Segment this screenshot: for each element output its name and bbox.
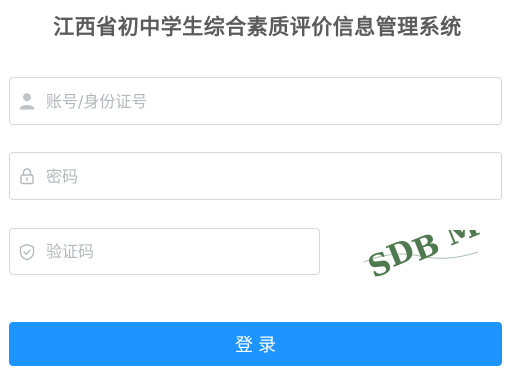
account-input[interactable] [46,78,493,124]
lock-icon [18,167,36,185]
captcha-text: SDB M [362,230,480,278]
shield-check-icon [18,243,36,261]
password-field[interactable] [9,152,502,200]
captcha-input[interactable] [46,229,311,274]
page-title: 江西省初中学生综合素质评价信息管理系统 [53,15,462,39]
login-button[interactable]: 登录 [9,322,502,366]
account-field[interactable] [9,77,502,125]
password-input[interactable] [46,153,493,199]
user-icon [18,92,36,110]
captcha-field[interactable] [9,228,320,275]
captcha-image[interactable]: SDB M [362,230,480,278]
